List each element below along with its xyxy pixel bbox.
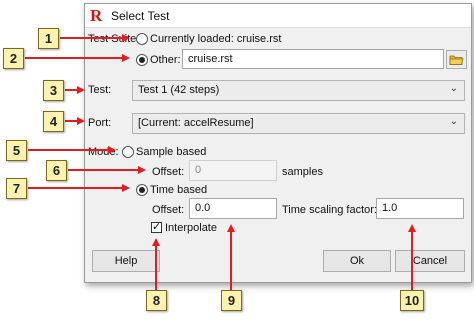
chevron-down-icon: ⌄ bbox=[449, 83, 458, 94]
test-label: Test: bbox=[88, 84, 112, 96]
interpolate-label[interactable]: Interpolate bbox=[165, 222, 217, 234]
time-scaling-input[interactable]: 1.0 bbox=[376, 198, 464, 219]
callout-4: 4 bbox=[43, 111, 64, 132]
browse-folder-button[interactable] bbox=[446, 50, 467, 69]
sample-offset-label: Offset: bbox=[152, 166, 185, 178]
other-file-input[interactable]: cruise.rst bbox=[182, 49, 444, 69]
callout-7: 7 bbox=[6, 178, 27, 199]
port-select[interactable]: [Current: accelResume] ⌄ bbox=[132, 113, 465, 134]
currently-loaded-label[interactable]: Currently loaded: cruise.rst bbox=[150, 33, 281, 45]
currently-loaded-radio[interactable] bbox=[136, 33, 148, 45]
select-test-dialog: R Select Test bbox=[84, 3, 472, 283]
title-bar: R Select Test bbox=[85, 4, 471, 28]
time-based-radio[interactable] bbox=[136, 184, 148, 196]
chevron-down-icon: ⌄ bbox=[449, 116, 458, 127]
interpolate-checkbox[interactable] bbox=[151, 220, 162, 233]
callout-2: 2 bbox=[3, 48, 24, 69]
help-button[interactable]: Help bbox=[92, 250, 160, 272]
samples-unit-label: samples bbox=[282, 166, 323, 178]
test-select[interactable]: Test 1 (42 steps) ⌄ bbox=[132, 80, 465, 101]
time-offset-input[interactable]: 0.0 bbox=[189, 198, 277, 219]
ok-button[interactable]: Ok bbox=[323, 250, 391, 272]
callout-9: 9 bbox=[221, 290, 242, 311]
sample-based-radio[interactable] bbox=[122, 146, 134, 158]
callout-5: 5 bbox=[6, 140, 27, 161]
window-title: Select Test bbox=[111, 9, 170, 23]
callout-10: 10 bbox=[400, 290, 424, 311]
test-select-value: Test 1 (42 steps) bbox=[138, 84, 220, 96]
test-suite-label: Test Suite: bbox=[88, 33, 140, 45]
port-label: Port: bbox=[88, 117, 112, 129]
port-select-value: [Current: accelResume] bbox=[138, 117, 254, 129]
sample-based-label[interactable]: Sample based bbox=[136, 146, 206, 158]
cancel-button[interactable]: Cancel bbox=[395, 250, 465, 272]
app-r-icon: R bbox=[90, 6, 103, 25]
other-label[interactable]: Other: bbox=[150, 54, 181, 66]
mode-label: Mode: bbox=[88, 146, 119, 158]
callout-8: 8 bbox=[146, 290, 167, 311]
callout-1: 1 bbox=[38, 28, 59, 49]
folder-icon bbox=[449, 55, 464, 65]
callout-3: 3 bbox=[43, 80, 64, 101]
callout-6: 6 bbox=[46, 160, 67, 181]
other-radio[interactable] bbox=[136, 54, 148, 66]
sample-offset-input[interactable]: 0 bbox=[189, 160, 277, 181]
time-based-label[interactable]: Time based bbox=[150, 184, 207, 196]
time-scaling-label: Time scaling factor: bbox=[282, 204, 377, 216]
time-offset-label: Offset: bbox=[152, 204, 185, 216]
